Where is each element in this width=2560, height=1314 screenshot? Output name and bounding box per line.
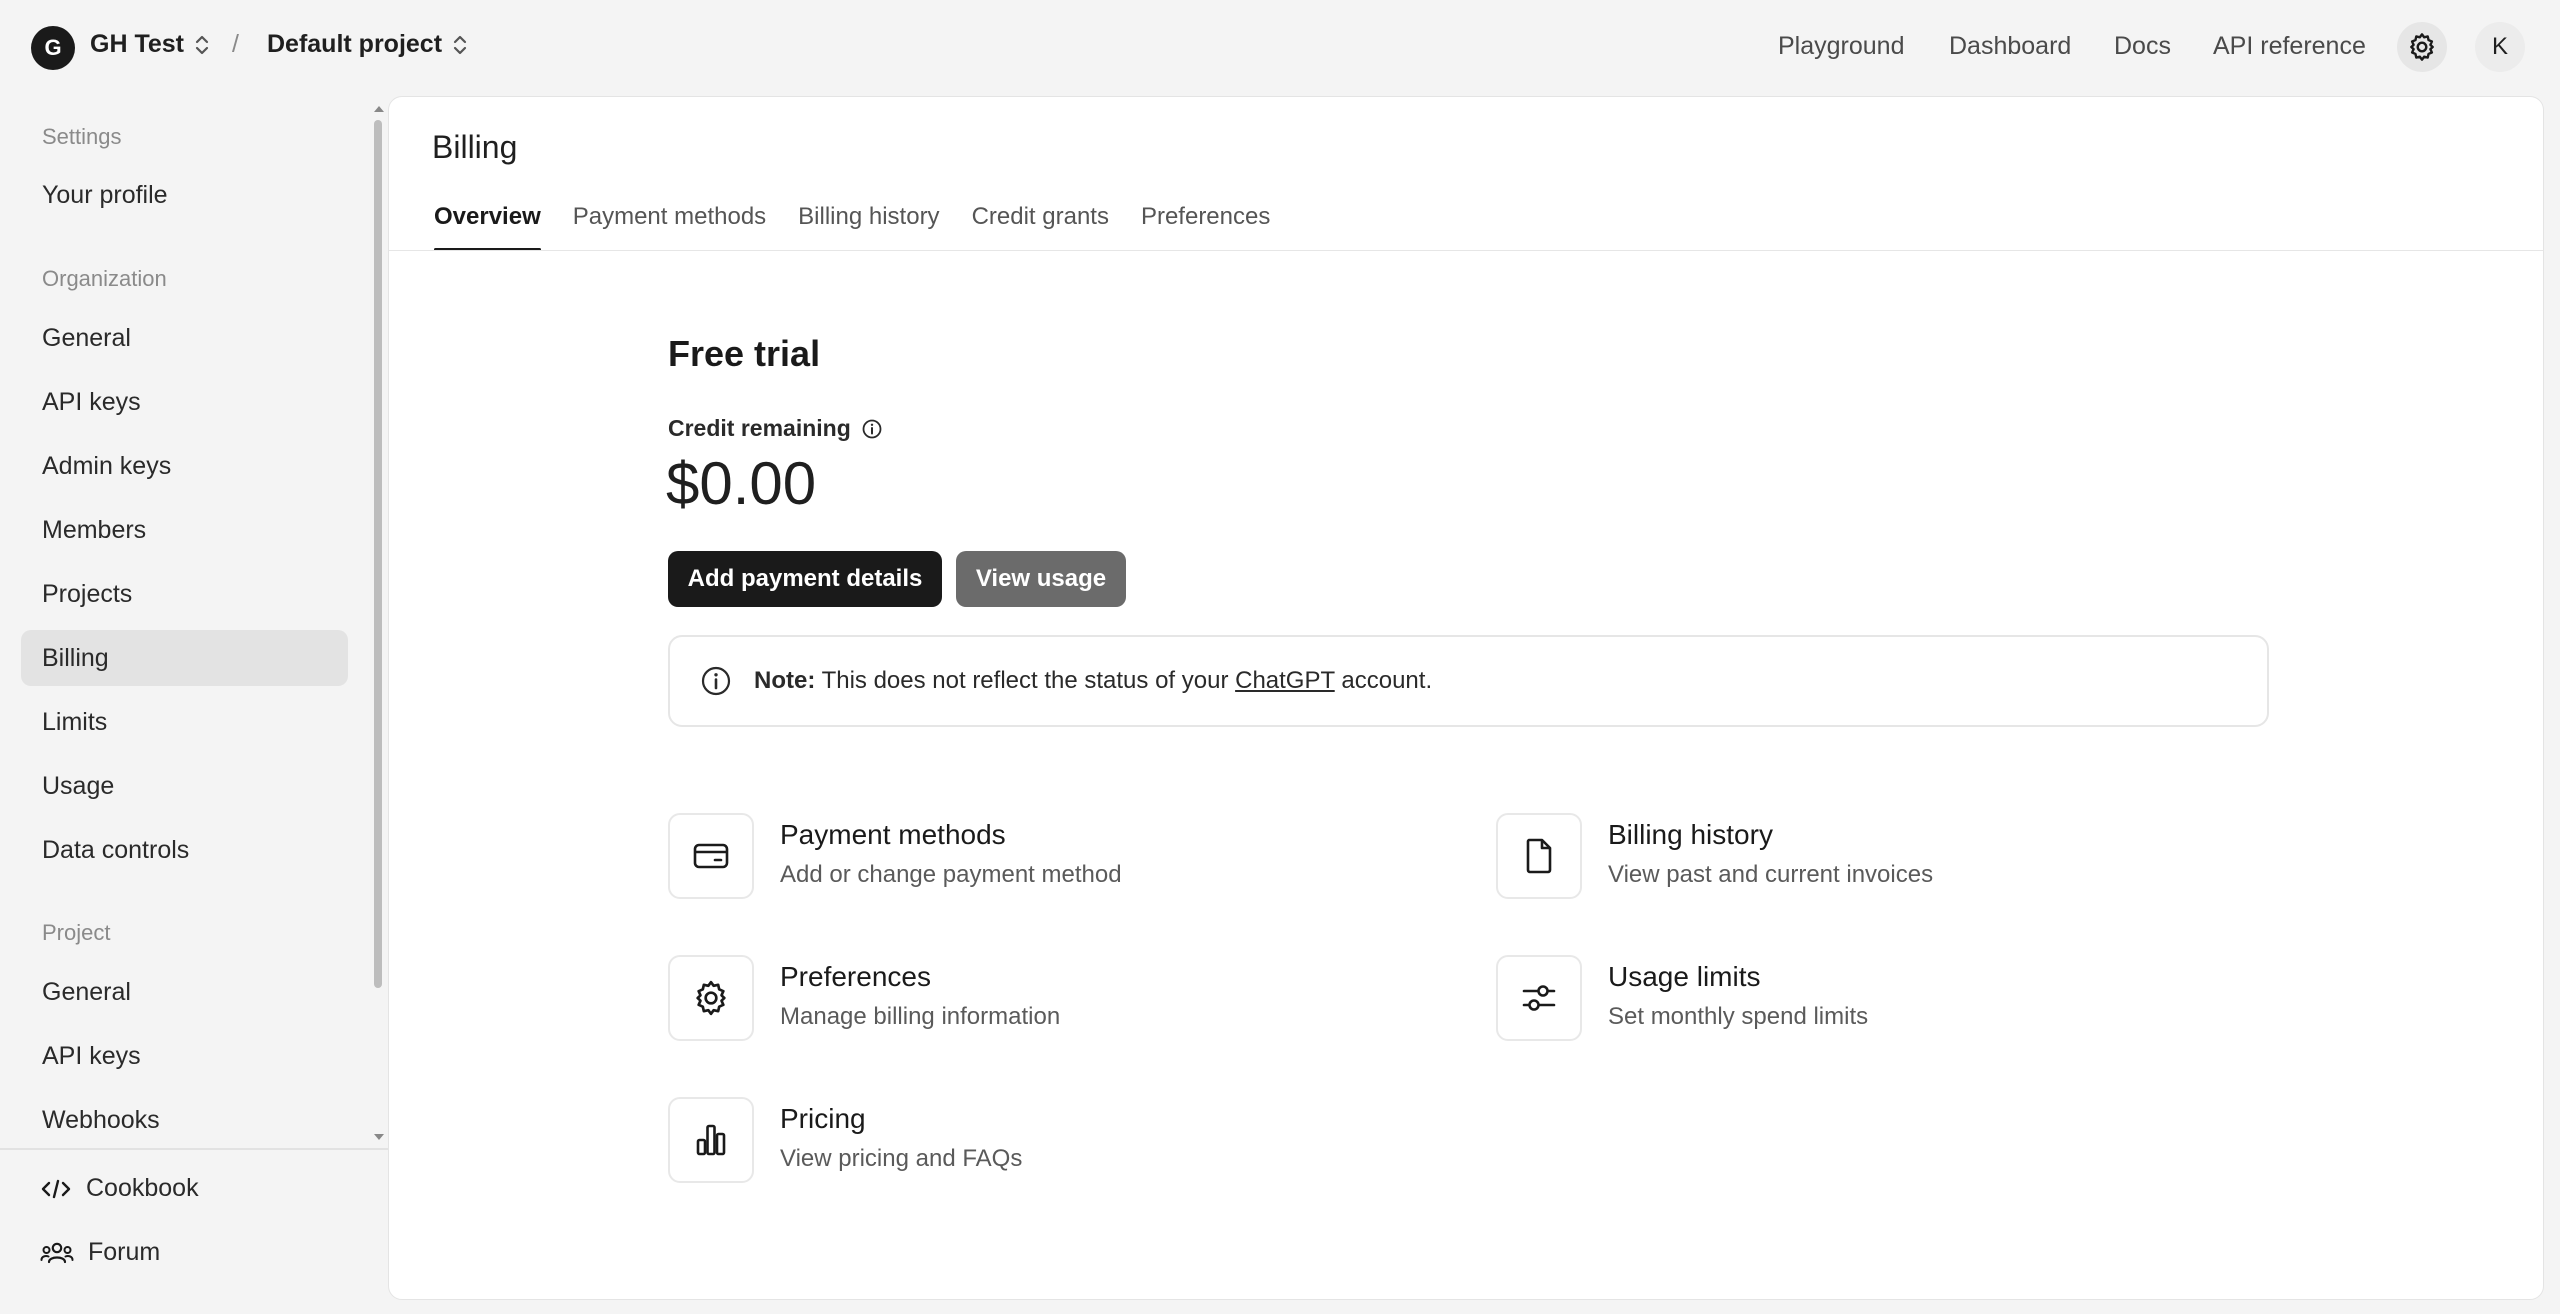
- main-panel: Billing Overview Payment methods Billing…: [388, 96, 2544, 1300]
- org-avatar[interactable]: G: [31, 26, 75, 70]
- page-title: Billing: [432, 129, 518, 165]
- sidebar-item-usage[interactable]: Usage: [21, 758, 348, 814]
- card-icon-box: [668, 813, 754, 899]
- note-label: Note:: [754, 667, 816, 694]
- card-title: Preferences: [780, 961, 931, 992]
- chevron-up-down-icon: [453, 35, 467, 54]
- sidebar-item-limits[interactable]: Limits: [21, 694, 348, 750]
- nav-dashboard[interactable]: Dashboard: [1949, 32, 2071, 61]
- file-icon: [1526, 838, 1552, 874]
- sliders-icon: [1522, 985, 1556, 1011]
- sidebar-item-admin-keys[interactable]: Admin keys: [21, 438, 348, 494]
- info-icon: [701, 666, 731, 696]
- sidebar: Settings Your profile Organization Gener…: [0, 96, 388, 1314]
- card-desc: Manage billing information: [780, 1003, 1061, 1030]
- tabs-divider: [389, 250, 2543, 251]
- plan-title: Free trial: [668, 333, 821, 374]
- footer-link-cookbook[interactable]: Cookbook: [40, 1174, 199, 1203]
- view-usage-button[interactable]: View usage: [956, 551, 1126, 607]
- tab-payment-methods[interactable]: Payment methods: [573, 203, 766, 251]
- nav-docs[interactable]: Docs: [2114, 32, 2171, 61]
- chatgpt-link[interactable]: ChatGPT: [1235, 667, 1335, 694]
- sidebar-divider: [0, 1148, 388, 1150]
- sidebar-item-project-api-keys[interactable]: API keys: [21, 1028, 348, 1084]
- sidebar-item-org-api-keys[interactable]: API keys: [21, 374, 348, 430]
- settings-button[interactable]: [2397, 22, 2447, 72]
- card-desc: Add or change payment method: [780, 861, 1122, 888]
- cookbook-label: Cookbook: [86, 1174, 199, 1202]
- sidebar-item-project-general[interactable]: General: [21, 964, 348, 1020]
- sidebar-heading-project: Project: [42, 920, 111, 945]
- project-switcher[interactable]: Default project: [267, 30, 468, 59]
- org-switcher[interactable]: GH Test: [90, 30, 210, 59]
- tab-bar: Overview Payment methods Billing history…: [434, 203, 1270, 251]
- people-icon: [40, 1242, 74, 1263]
- sidebar-item-webhooks[interactable]: Webhooks: [21, 1092, 348, 1148]
- user-avatar[interactable]: K: [2475, 22, 2525, 72]
- tab-overview[interactable]: Overview: [434, 203, 541, 251]
- card-desc: Set monthly spend limits: [1608, 1003, 1869, 1030]
- card-title: Pricing: [780, 1103, 866, 1134]
- sidebar-item-your-profile[interactable]: Your profile: [21, 167, 348, 223]
- card-icon-box: [668, 1097, 754, 1183]
- nav-playground[interactable]: Playground: [1778, 32, 1904, 61]
- credit-card-icon: [693, 843, 729, 869]
- note-text-before: This does not reflect the status of your: [821, 667, 1229, 694]
- scroll-down-arrow[interactable]: [374, 1134, 384, 1140]
- project-name: Default project: [267, 30, 443, 58]
- sidebar-heading-organization: Organization: [42, 266, 167, 291]
- sidebar-item-data-controls[interactable]: Data controls: [21, 822, 348, 878]
- card-desc: View past and current invoices: [1608, 861, 1934, 888]
- card-pricing[interactable]: Pricing View pricing and FAQs: [668, 1097, 1022, 1183]
- sidebar-heading-settings: Settings: [42, 124, 122, 149]
- sidebar-item-billing[interactable]: Billing: [21, 630, 348, 686]
- nav-api-reference[interactable]: API reference: [2213, 32, 2366, 61]
- note-text: Note: This does not reflect the status o…: [754, 667, 1432, 695]
- gear-icon: [696, 980, 726, 1016]
- top-bar: G GH Test / Default project Playground D…: [0, 0, 2560, 96]
- credit-remaining-label: Credit remaining: [668, 415, 883, 442]
- scroll-up-arrow[interactable]: [374, 106, 384, 112]
- tab-billing-history[interactable]: Billing history: [798, 203, 939, 251]
- chevron-up-down-icon: [195, 35, 209, 54]
- card-preferences[interactable]: Preferences Manage billing information: [668, 955, 1060, 1041]
- note-text-after: account.: [1341, 667, 1433, 694]
- card-desc: View pricing and FAQs: [780, 1145, 1023, 1172]
- info-icon[interactable]: [861, 418, 883, 440]
- code-icon: [41, 1179, 71, 1198]
- forum-label: Forum: [88, 1238, 161, 1266]
- sidebar-item-members[interactable]: Members: [21, 502, 348, 558]
- gear-icon: [2410, 33, 2434, 61]
- sidebar-scroll-area: Settings Your profile Organization Gener…: [0, 96, 372, 1148]
- card-billing-history[interactable]: Billing history View past and current in…: [1496, 813, 1933, 899]
- bar-chart-icon: [696, 1124, 726, 1156]
- note-banner: Note: This does not reflect the status o…: [668, 635, 2269, 727]
- sidebar-scrollbar-thumb[interactable]: [374, 120, 382, 988]
- card-title: Usage limits: [1608, 961, 1761, 992]
- breadcrumb-separator: /: [232, 30, 239, 58]
- card-icon-box: [1496, 813, 1582, 899]
- card-payment-methods[interactable]: Payment methods Add or change payment me…: [668, 813, 1122, 899]
- card-title: Billing history: [1608, 819, 1773, 850]
- credit-label-text: Credit remaining: [668, 415, 851, 441]
- add-payment-details-button[interactable]: Add payment details: [668, 551, 942, 607]
- card-title: Payment methods: [780, 819, 1006, 850]
- card-icon-box: [1496, 955, 1582, 1041]
- sidebar-item-org-general[interactable]: General: [21, 310, 348, 366]
- tab-credit-grants[interactable]: Credit grants: [972, 203, 1109, 251]
- card-icon-box: [668, 955, 754, 1041]
- footer-link-forum[interactable]: Forum: [40, 1238, 160, 1267]
- sidebar-item-projects[interactable]: Projects: [21, 566, 348, 622]
- card-usage-limits[interactable]: Usage limits Set monthly spend limits: [1496, 955, 1868, 1041]
- tab-preferences[interactable]: Preferences: [1141, 203, 1270, 251]
- org-name: GH Test: [90, 30, 184, 58]
- credit-value: $0.00: [666, 450, 817, 517]
